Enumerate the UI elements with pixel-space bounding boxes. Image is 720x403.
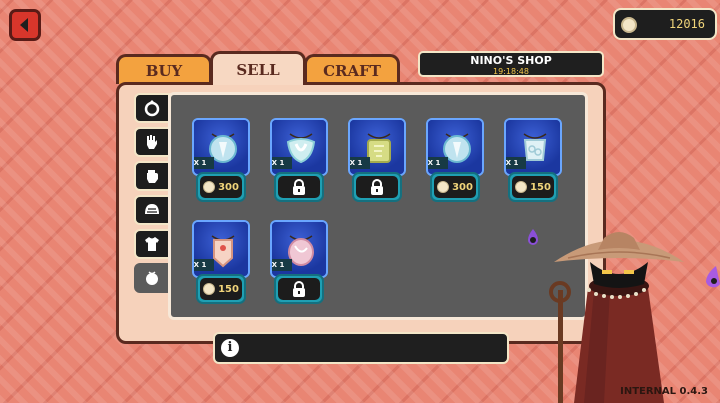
item-quantity: X 1 (194, 157, 214, 169)
sell-price-button[interactable]: 150 (508, 172, 558, 202)
item-slot[interactable]: X 1 (426, 118, 484, 176)
arrow-left-icon (20, 18, 28, 32)
sell-price-button[interactable]: 300 (196, 172, 246, 202)
tab-sell[interactable]: SELL (210, 51, 306, 85)
coin-icon (621, 17, 637, 33)
currency-display: 12016 (613, 8, 717, 40)
currency-amount: 12016 (668, 17, 705, 31)
info-bar: i (213, 332, 509, 364)
tab-buy[interactable]: BUY (116, 54, 212, 84)
wisp-icon (528, 229, 538, 245)
category-helmets[interactable] (134, 195, 170, 225)
category-ring[interactable] (134, 93, 170, 123)
fist-icon (147, 170, 158, 183)
item-quantity: X 1 (506, 157, 526, 169)
wisp-icon (706, 266, 720, 288)
item-slot[interactable]: X 1 (504, 118, 562, 176)
shop-clock: 19:18:48 (493, 67, 529, 76)
info-icon[interactable]: i (221, 339, 239, 357)
item-price: 150 (530, 181, 551, 193)
category-gloves[interactable] (134, 127, 170, 157)
item-price: 150 (218, 283, 239, 295)
item-slot[interactable]: X 1 (348, 118, 406, 176)
coin-icon (203, 181, 216, 193)
item-quantity: X 1 (272, 157, 292, 169)
lock-icon (293, 179, 305, 195)
shop-title: NINO'S SHOP (470, 54, 552, 67)
shirt-icon (145, 237, 159, 251)
lock-icon (371, 179, 383, 195)
coin-icon (203, 283, 216, 295)
item-slot[interactable]: X 1 (192, 220, 250, 278)
category-armor[interactable] (134, 229, 170, 259)
shop-title-box: NINO'S SHOP 19:18:48 (418, 51, 604, 77)
back-button[interactable] (9, 9, 41, 41)
item-slot[interactable]: X 1 (270, 220, 328, 278)
sell-price-button[interactable]: 300 (430, 172, 480, 202)
glove-icon (147, 135, 157, 149)
shopkeeper-character (549, 232, 684, 403)
item-quantity: X 1 (350, 157, 370, 169)
tab-craft[interactable]: CRAFT (304, 54, 400, 84)
locked-price-button[interactable] (274, 274, 324, 304)
item-quantity: X 1 (428, 157, 448, 169)
category-fists[interactable] (134, 161, 170, 191)
sell-price-button[interactable]: 150 (196, 274, 246, 304)
item-quantity: X 1 (272, 259, 292, 271)
helmet-icon (145, 204, 159, 214)
item-quantity: X 1 (194, 259, 214, 271)
version-label: INTERNAL 0.4.3 (620, 386, 708, 397)
lock-icon (293, 281, 305, 297)
coin-icon (515, 181, 528, 193)
locked-price-button[interactable] (274, 172, 324, 202)
category-amulets[interactable] (134, 263, 170, 293)
item-slot[interactable]: X 1 (270, 118, 328, 176)
amulet-icon (146, 271, 158, 285)
item-price: 300 (218, 181, 239, 193)
coin-icon (437, 181, 450, 193)
item-price: 300 (452, 181, 473, 193)
ring-icon (144, 100, 160, 117)
locked-price-button[interactable] (352, 172, 402, 202)
item-slot[interactable]: X 1 (192, 118, 250, 176)
